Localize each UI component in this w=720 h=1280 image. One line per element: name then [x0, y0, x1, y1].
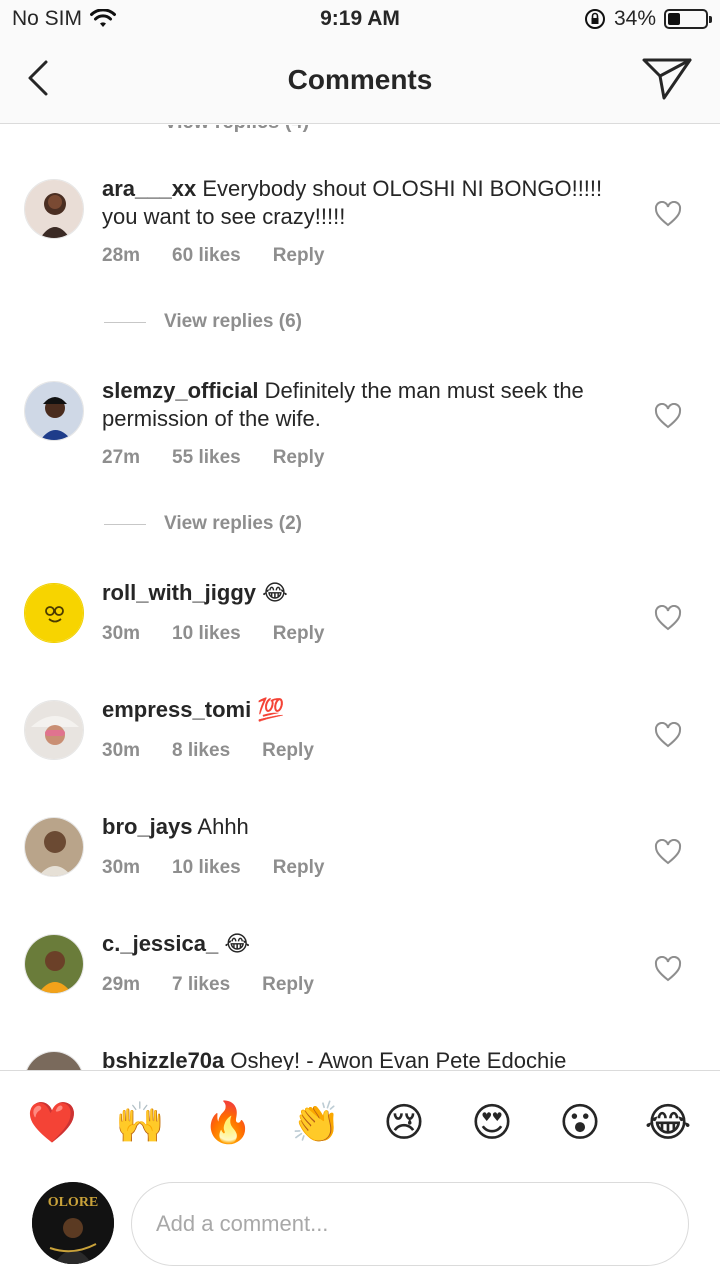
avatar[interactable]: [24, 583, 84, 643]
heart-icon[interactable]: [654, 605, 682, 631]
comment-meta: 30m 10 likes Reply: [102, 623, 356, 645]
status-bar: No SIM 9:19 AM 34%: [0, 0, 720, 40]
comment-username[interactable]: bro_jays: [102, 814, 193, 839]
paper-plane-icon[interactable]: [640, 54, 694, 104]
status-right: 34%: [584, 7, 712, 31]
comment-text: c._jessica_ 😂: [102, 930, 622, 958]
comment-likes[interactable]: 55 likes: [172, 447, 241, 469]
view-replies-button[interactable]: View replies (2): [104, 513, 302, 535]
reaction-heart[interactable]: ❤️: [24, 1099, 80, 1147]
comment-meta: 27m 55 likes Reply: [102, 447, 356, 469]
comment-meta: 30m 8 likes Reply: [102, 740, 346, 762]
comment-text: slemzy_official Definitely the man must …: [102, 377, 622, 433]
comment-body: 😂: [262, 580, 288, 605]
comment-time: 28m: [102, 245, 141, 266]
avatar[interactable]: [24, 179, 84, 239]
comment-time: 27m: [102, 447, 141, 468]
comment-username[interactable]: slemzy_official: [102, 378, 259, 403]
composer-avatar[interactable]: OLORE: [32, 1182, 114, 1264]
avatar[interactable]: [24, 381, 84, 441]
comment-body: 💯: [257, 697, 285, 722]
heart-icon[interactable]: [654, 403, 682, 429]
reaction-fire[interactable]: 🔥: [200, 1099, 256, 1147]
reply-button[interactable]: Reply: [273, 623, 325, 645]
comment-time: 30m: [102, 857, 141, 878]
reply-button[interactable]: Reply: [262, 974, 314, 996]
comment-meta: 29m 7 likes Reply: [102, 974, 346, 996]
reaction-crying[interactable]: 😢: [376, 1099, 432, 1147]
reply-button[interactable]: Reply: [262, 740, 314, 762]
avatar[interactable]: [24, 934, 84, 994]
comment-input[interactable]: [156, 1211, 688, 1237]
quick-reactions-bar: ❤️ 🙌 🔥 👏 😢 😍 😮 😂: [0, 1070, 720, 1174]
battery-percent: 34%: [613, 7, 656, 30]
heart-icon[interactable]: [654, 956, 682, 982]
avatar-logo-text: OLORE: [48, 1195, 99, 1210]
divider-line: [104, 523, 146, 525]
comment-username[interactable]: empress_tomi: [102, 697, 251, 722]
reaction-raised-hands[interactable]: 🙌: [112, 1099, 168, 1147]
battery-fill: [668, 13, 681, 25]
comment-meta: 30m 10 likes Reply: [102, 857, 356, 879]
avatar[interactable]: [24, 700, 84, 760]
comment-text: ara___xx Everybody shout OLOSHI NI BONGO…: [102, 175, 622, 231]
view-replies-partial[interactable]: View replies (4): [164, 125, 309, 134]
comment-meta: 28m 60 likes Reply: [102, 245, 356, 267]
view-replies-label[interactable]: View replies (2): [164, 513, 302, 535]
reply-button[interactable]: Reply: [273, 447, 325, 469]
reaction-surprised[interactable]: 😮: [552, 1099, 608, 1147]
comment-time: 29m: [102, 974, 141, 995]
comment-likes[interactable]: 10 likes: [172, 623, 241, 645]
comment-likes[interactable]: 10 likes: [172, 857, 241, 879]
comment-text: roll_with_jiggy 😂: [102, 579, 622, 607]
avatar[interactable]: [24, 817, 84, 877]
heart-icon[interactable]: [654, 201, 682, 227]
comment-username[interactable]: bshizzle70a: [102, 1048, 224, 1070]
comment-username[interactable]: roll_with_jiggy: [102, 580, 256, 605]
comment-body: Ahhh: [197, 814, 249, 839]
page-title: Comments: [287, 64, 433, 95]
comment-username[interactable]: ara___xx: [102, 176, 196, 201]
comment-likes[interactable]: 8 likes: [172, 740, 230, 762]
view-replies-label[interactable]: View replies (6): [164, 311, 302, 333]
reaction-heart-eyes[interactable]: 😍: [464, 1099, 520, 1147]
comment-text: bro_jays Ahhh: [102, 813, 622, 841]
rotation-lock-icon: [584, 9, 605, 29]
comment-composer: OLORE: [0, 1174, 720, 1280]
comment-text: bshizzle70a Oshey! - Awon Evan Pete Edoc…: [102, 1047, 622, 1070]
comment-time: 30m: [102, 623, 141, 644]
heart-icon[interactable]: [654, 722, 682, 748]
comment-body: 😂: [224, 931, 251, 956]
comment-likes[interactable]: 7 likes: [172, 974, 230, 996]
comments-list[interactable]: View replies (4) ara___xx Everybody shou…: [0, 125, 720, 1070]
comment-username[interactable]: c._jessica_: [102, 931, 218, 956]
view-replies-button[interactable]: View replies (6): [104, 311, 302, 333]
divider-line: [104, 321, 146, 323]
comment-likes[interactable]: 60 likes: [172, 245, 241, 267]
comment-input-wrapper: [131, 1182, 689, 1266]
heart-icon[interactable]: [654, 839, 682, 865]
reaction-clapping[interactable]: 👏: [288, 1099, 344, 1147]
avatar[interactable]: [24, 1051, 84, 1070]
comment-time: 30m: [102, 740, 141, 761]
comment-body: Oshey! - Awon Evan Pete Edochie: [230, 1048, 567, 1070]
reply-button[interactable]: Reply: [273, 245, 325, 267]
nav-bar: Comments: [0, 40, 720, 124]
reply-button[interactable]: Reply: [273, 857, 325, 879]
comment-text: empress_tomi 💯: [102, 696, 622, 724]
battery-icon: [664, 9, 712, 29]
reaction-laughing[interactable]: 😂: [640, 1099, 696, 1147]
